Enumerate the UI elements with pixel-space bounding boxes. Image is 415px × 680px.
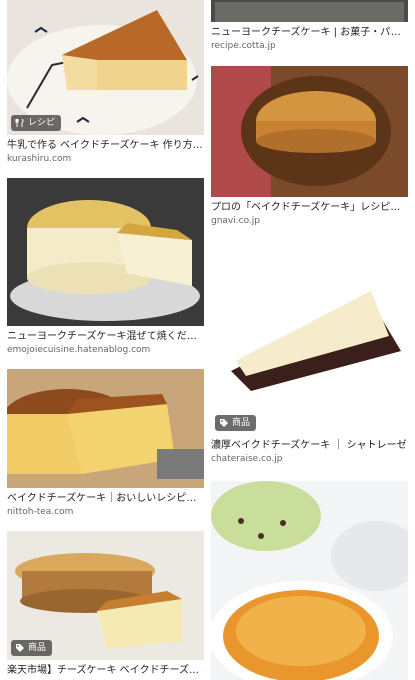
result-title[interactable]: 楽天市場】チーズケーキ ベイクドチーズケ... bbox=[7, 664, 204, 678]
result-source: emojoiecuisine.hatenablog.com bbox=[7, 345, 151, 355]
result-card-emojoiecuisine[interactable]: ニューヨークチーズケーキ混ぜて焼くだけ... emojoiecuisine.ha… bbox=[7, 178, 204, 356]
result-source: kurashiru.com bbox=[7, 154, 72, 164]
result-title[interactable]: ベイクドチーズケーキ｜おいしいレシピ情... bbox=[7, 492, 204, 506]
result-source: chateraise.co.jp bbox=[211, 454, 283, 464]
recipe-badge: レシピ bbox=[11, 115, 62, 131]
tag-icon bbox=[15, 643, 25, 653]
result-card-chateraise[interactable]: 商品 濃厚ベイクドチーズケーキ ｜ シャトレーゼ chateraise.co.j… bbox=[211, 241, 408, 465]
result-title[interactable]: ニューヨークチーズケーキ混ぜて焼くだけ... bbox=[7, 330, 204, 344]
result-thumbnail[interactable]: 商品 bbox=[211, 241, 408, 435]
fork-knife-icon bbox=[15, 118, 25, 128]
result-title[interactable]: ニューヨークチーズケーキ | お菓子・パン... bbox=[211, 26, 408, 40]
result-card-cotta[interactable]: ニューヨークチーズケーキ | お菓子・パン... recipe.cotta.jp bbox=[211, 0, 408, 52]
result-title[interactable]: 牛乳で作る ベイクドチーズケーキ 作り方・... bbox=[7, 139, 204, 153]
result-source: nittoh-tea.com bbox=[7, 507, 74, 517]
result-source: recipe.cotta.jp bbox=[211, 41, 276, 51]
result-thumbnail[interactable]: レシピ bbox=[7, 0, 204, 135]
product-badge: 商品 bbox=[215, 415, 257, 431]
tag-icon bbox=[219, 418, 229, 428]
result-thumbnail[interactable] bbox=[211, 0, 408, 22]
result-source: gnavi.co.jp bbox=[211, 216, 260, 226]
result-thumbnail[interactable] bbox=[211, 66, 408, 197]
product-badge: 商品 bbox=[11, 640, 53, 656]
result-card-gnavi[interactable]: プロの「ベイクドチーズケーキ」レシピの... gnavi.co.jp bbox=[211, 66, 408, 227]
result-title[interactable]: プロの「ベイクドチーズケーキ」レシピの... bbox=[211, 201, 408, 215]
result-thumbnail[interactable] bbox=[7, 369, 204, 488]
result-card-kurashiru[interactable]: レシピ 牛乳で作る ベイクドチーズケーキ 作り方・... kurashiru.c… bbox=[7, 0, 204, 165]
result-card-nittoh-tea[interactable]: ベイクドチーズケーキ｜おいしいレシピ情... nittoh-tea.com bbox=[7, 369, 204, 518]
result-card-cheesecake-plate[interactable] bbox=[211, 481, 408, 680]
result-title[interactable]: 濃厚ベイクドチーズケーキ ｜ シャトレーゼ bbox=[211, 439, 408, 453]
result-thumbnail[interactable] bbox=[211, 481, 408, 680]
result-card-rakuten[interactable]: 商品 楽天市場】チーズケーキ ベイクドチーズケ... bbox=[7, 531, 204, 678]
result-thumbnail[interactable]: 商品 bbox=[7, 531, 204, 660]
result-thumbnail[interactable] bbox=[7, 178, 204, 326]
